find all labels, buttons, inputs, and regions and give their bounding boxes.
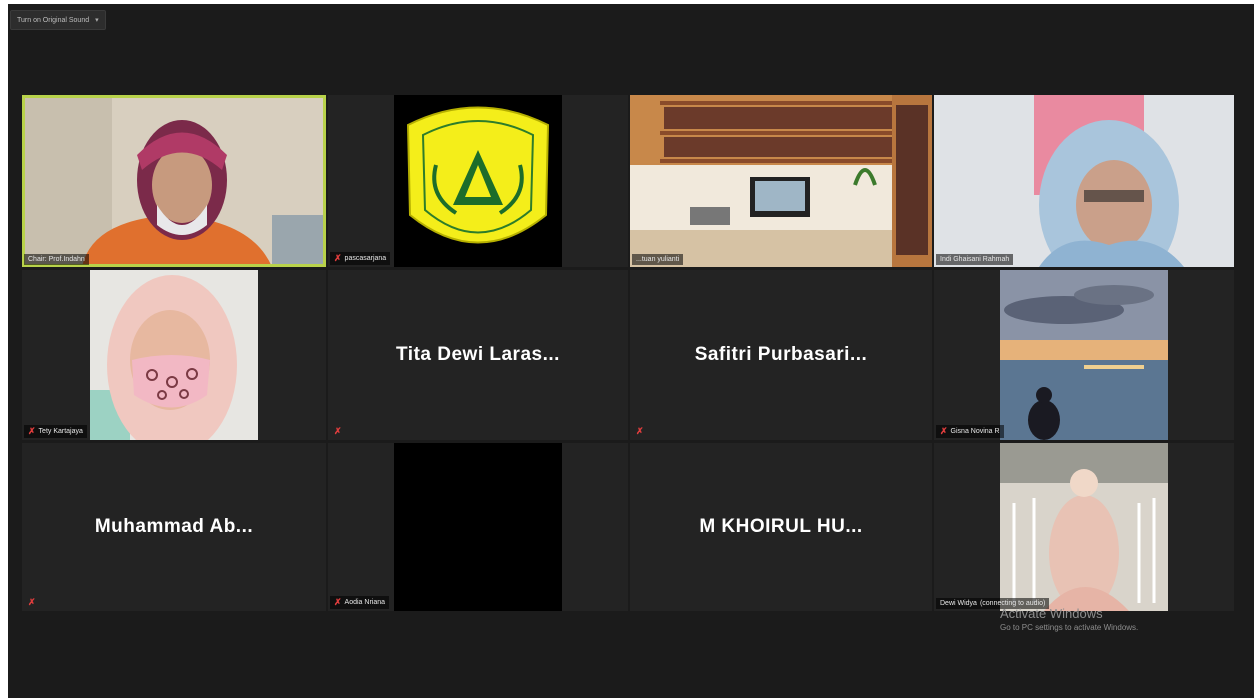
participant-nameplate: ✗ Aodia Nriana: [330, 596, 390, 609]
participant-video: [934, 95, 1234, 267]
muted-mic-icon: ✗: [334, 426, 342, 436]
video-tile-muhammad[interactable]: Muhammad Ab... ✗: [22, 443, 326, 611]
video-tile-pascasarjana[interactable]: ✗ pascasarjana: [328, 95, 628, 267]
participant-name: ...tuan yulianti: [636, 256, 680, 263]
muted-mic-icon: ✗: [28, 426, 36, 436]
video-tile-aodia[interactable]: ✗ Aodia Nriana: [328, 443, 628, 611]
original-sound-button[interactable]: Turn on Original Sound ▾: [10, 10, 106, 30]
muted-mic-icon: ✗: [940, 426, 948, 436]
chevron-down-icon[interactable]: ▾: [95, 16, 99, 24]
original-sound-label: Turn on Original Sound: [17, 16, 90, 24]
participant-name: Chair: Prof.Indahn: [28, 256, 85, 263]
participant-name: pascasarjana: [344, 255, 387, 262]
participant-nameplate: ...tuan yulianti: [632, 254, 684, 265]
watermark-subtitle: Go to PC settings to activate Windows.: [1000, 623, 1139, 632]
video-tile-safitri[interactable]: Safitri Purbasari... ✗: [630, 270, 932, 440]
participant-video: [22, 270, 326, 440]
muted-mic-icon: ✗: [334, 597, 342, 607]
participant-nameplate: ✗: [330, 425, 346, 438]
participant-name: Aodia Nriana: [344, 599, 386, 606]
participant-display-name: M KHOIRUL HU...: [699, 516, 863, 537]
participant-name: Gisna Novina R: [950, 428, 1000, 435]
participant-video: [934, 270, 1234, 440]
participant-video: [328, 95, 628, 267]
muted-mic-icon: ✗: [334, 253, 342, 263]
muted-mic-icon: ✗: [28, 597, 36, 607]
participant-display-name: Safitri Purbasari...: [694, 344, 868, 365]
participant-name: Indi Ghaisani Rahmah: [940, 256, 1010, 263]
video-tile-tety[interactable]: ✗ Tety Kartajaya: [22, 270, 326, 440]
watermark-title: Activate Windows: [1000, 606, 1103, 621]
video-tile-gisna[interactable]: ✗ Gisna Novina R: [934, 270, 1234, 440]
participant-nameplate: Indi Ghaisani Rahmah: [936, 254, 1014, 265]
muted-mic-icon: ✗: [636, 426, 644, 436]
participant-video: [934, 443, 1234, 611]
participant-nameplate: Chair: Prof.Indahn: [24, 254, 89, 265]
participant-nameplate: ✗ Gisna Novina R: [936, 425, 1004, 438]
participant-name: Dewi Widya: [940, 600, 977, 607]
video-tile-dewi[interactable]: Dewi Widya (connecting to audio): [934, 443, 1234, 611]
participant-nameplate: ✗: [24, 596, 40, 609]
participant-nameplate: ✗ Tety Kartajaya: [24, 425, 87, 438]
participant-nameplate: ✗: [632, 425, 648, 438]
participant-video: [630, 95, 932, 267]
video-tile-chair[interactable]: Chair: Prof.Indahn: [22, 95, 326, 267]
participant-video: [328, 443, 628, 611]
video-tile-khoirul[interactable]: M KHOIRUL HU...: [630, 443, 932, 611]
video-tile-indi[interactable]: Indi Ghaisani Rahmah: [934, 95, 1234, 267]
activate-windows-watermark: Activate Windows Go to PC settings to ac…: [1000, 606, 1138, 632]
video-tile-tita[interactable]: Tita Dewi Laras... ✗: [328, 270, 628, 440]
participant-name: Tety Kartajaya: [38, 428, 83, 435]
participant-display-name: Tita Dewi Laras...: [396, 344, 560, 365]
participant-nameplate: ✗ pascasarjana: [330, 252, 391, 265]
participant-video: [22, 95, 326, 267]
video-tile-yulianti[interactable]: ...tuan yulianti: [630, 95, 932, 267]
participant-display-name: Muhammad Ab...: [94, 516, 254, 537]
